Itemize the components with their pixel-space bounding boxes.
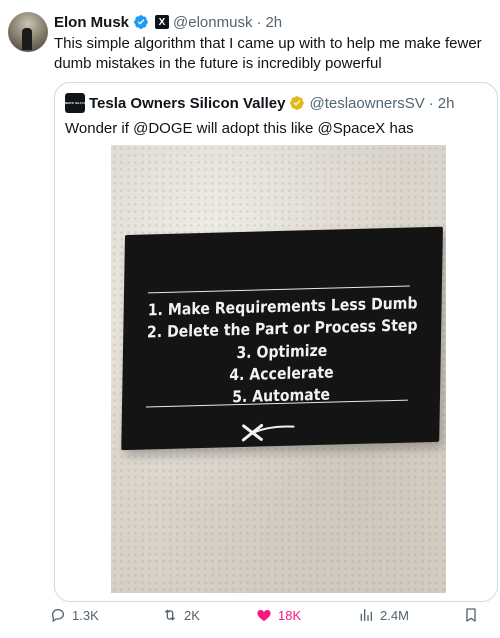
like-count: 18K <box>278 607 302 623</box>
tweet-text: This simple algorithm that I came up wit… <box>54 35 482 72</box>
quoted-tweet[interactable]: TESLA OWNERS SILICON VALLEY Tesla Owners… <box>54 82 498 602</box>
reply-button[interactable]: 1.3K <box>50 604 99 626</box>
heart-icon <box>257 610 271 621</box>
x-affiliate-icon[interactable]: X <box>155 15 170 29</box>
repost-icon <box>164 609 176 621</box>
views-icon <box>360 609 372 621</box>
reply-count: 1.3K <box>72 607 99 623</box>
quote-photo[interactable]: 1. Make Requirements Less Dumb 2. Delete… <box>111 145 446 593</box>
verified-badge-icon[interactable] <box>133 14 149 30</box>
repost-count: 2K <box>184 607 200 623</box>
action-bar: 1.3K 2K 18K 2.4M <box>50 604 500 626</box>
quote-header: TESLA OWNERS SILICON VALLEY Tesla Owners… <box>65 93 454 113</box>
author-name[interactable]: Elon Musk <box>54 14 129 31</box>
bookmark-icon <box>466 608 476 622</box>
views-count: 2.4M <box>380 607 409 623</box>
sign-top-rule <box>147 285 410 294</box>
verified-business-badge-icon[interactable] <box>289 95 305 111</box>
bookmark-button[interactable] <box>463 604 479 626</box>
quote-author-name[interactable]: Tesla Owners Silicon Valley <box>89 95 285 112</box>
quote-time-separator: · <box>428 94 434 112</box>
author-handle[interactable]: @elonmusk <box>173 14 252 31</box>
engineering-sign: 1. Make Requirements Less Dumb 2. Delete… <box>121 226 443 451</box>
views-button[interactable]: 2.4M <box>358 604 409 626</box>
repost-button[interactable]: 2K <box>162 604 200 626</box>
reply-icon <box>51 608 65 623</box>
time-separator: · <box>256 13 262 31</box>
spacex-logo-icon <box>241 423 295 442</box>
author-avatar[interactable] <box>8 12 48 52</box>
quote-text: Wonder if @DOGE will adopt this like @Sp… <box>65 120 414 137</box>
quote-author-avatar[interactable]: TESLA OWNERS SILICON VALLEY <box>65 93 85 113</box>
tweet-time[interactable]: 2h <box>265 14 282 31</box>
like-button[interactable]: 18K <box>256 604 301 626</box>
tweet-header: Elon Musk X @elonmusk · 2h <box>54 12 282 32</box>
quote-time[interactable]: 2h <box>438 95 455 112</box>
quote-author-handle[interactable]: @teslaownersSV <box>309 95 424 112</box>
